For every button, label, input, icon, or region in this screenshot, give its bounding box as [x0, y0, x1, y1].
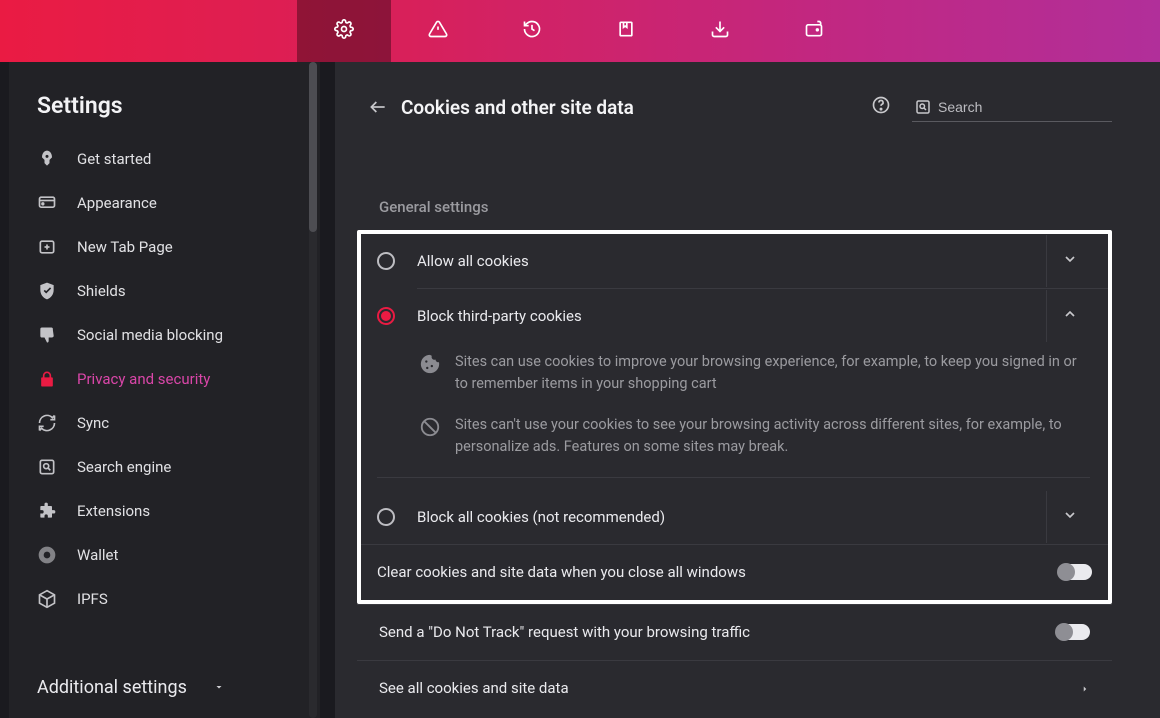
- help-icon: [871, 95, 891, 119]
- highlighted-settings-group: Allow all cookies Block third-party cook…: [357, 230, 1112, 604]
- sidebar-item-label: Privacy and security: [77, 370, 210, 388]
- history-icon: [522, 19, 542, 43]
- chevron-right-icon: [1080, 679, 1090, 698]
- block-icon: [419, 416, 441, 438]
- radio-label: Block third-party cookies: [417, 307, 1046, 325]
- toggle-do-not-track[interactable]: [1056, 624, 1090, 640]
- toolbar-downloads[interactable]: [673, 0, 767, 62]
- downloads-icon: [710, 19, 730, 43]
- top-spacer: [0, 0, 297, 62]
- link-label: See all cookies and site data: [379, 679, 1080, 697]
- sidebar-nav: Get started Appearance New Tab Page: [9, 129, 320, 621]
- toggle-clear-on-close[interactable]: [1058, 564, 1092, 580]
- thumbs-down-icon: [37, 325, 57, 345]
- rocket-icon: [37, 149, 57, 169]
- cookie-icon: [419, 353, 441, 375]
- wallet-circle-icon: [37, 545, 57, 565]
- sidebar-item-privacy[interactable]: Privacy and security: [9, 357, 320, 401]
- option-details: Sites can use cookies to improve your br…: [361, 343, 1108, 500]
- link-see-all-cookies[interactable]: See all cookies and site data: [357, 660, 1112, 716]
- wallet-icon: [804, 19, 824, 43]
- additional-settings-label: Additional settings: [37, 677, 187, 698]
- toolbar-history[interactable]: [485, 0, 579, 62]
- radio-allow-all[interactable]: [377, 252, 395, 270]
- sidebar-item-label: Sync: [77, 414, 109, 432]
- sidebar-item-label: Wallet: [77, 546, 118, 564]
- section-label: General settings: [379, 198, 1112, 216]
- sidebar-item-label: Social media blocking: [77, 326, 223, 344]
- sidebar-item-label: New Tab Page: [77, 238, 173, 256]
- sidebar-item-sync[interactable]: Sync: [9, 401, 320, 445]
- toggle-label: Send a "Do Not Track" request with your …: [379, 623, 1056, 641]
- setting-clear-on-close: Clear cookies and site data when you clo…: [361, 544, 1108, 600]
- sidebar-item-label: Extensions: [77, 502, 150, 520]
- collapse-block-third-party[interactable]: [1046, 290, 1092, 342]
- radio-block-third-party[interactable]: [377, 307, 395, 325]
- sidebar-item-label: Get started: [77, 150, 151, 168]
- sidebar-item-label: Search engine: [77, 458, 171, 476]
- sidebar-item-label: IPFS: [77, 590, 108, 608]
- sidebar-item-label: Shields: [77, 282, 126, 300]
- cube-icon: [37, 589, 57, 609]
- sync-icon: [37, 413, 57, 433]
- appearance-icon: [37, 193, 57, 213]
- toolbar-bookmarks[interactable]: [579, 0, 673, 62]
- toolbar-wallet[interactable]: [767, 0, 861, 62]
- search-in-page-icon: [914, 97, 932, 117]
- toolbar-warnings[interactable]: [391, 0, 485, 62]
- radio-block-all[interactable]: [377, 508, 395, 526]
- additional-settings[interactable]: Additional settings: [9, 659, 306, 718]
- chevron-down-icon: [1062, 251, 1078, 271]
- content: Cookies and other site data General sett…: [335, 62, 1160, 718]
- sidebar-item-get-started[interactable]: Get started: [9, 137, 320, 181]
- chevron-down-icon: [1062, 507, 1078, 527]
- sidebar-item-shields[interactable]: Shields: [9, 269, 320, 313]
- sidebar-item-wallet[interactable]: Wallet: [9, 533, 320, 577]
- sidebar-container: Settings Get started Appearance: [0, 62, 335, 718]
- detail-text: Sites can use cookies to improve your br…: [455, 351, 1090, 396]
- setting-do-not-track: Send a "Do Not Track" request with your …: [357, 604, 1112, 660]
- expand-allow-all[interactable]: [1046, 235, 1092, 287]
- chevron-up-icon: [1062, 306, 1078, 326]
- toggle-label: Clear cookies and site data when you clo…: [377, 563, 1058, 581]
- help-button[interactable]: [866, 92, 896, 122]
- settings-icon: [334, 19, 354, 43]
- top-toolbar: [0, 0, 1160, 62]
- new-tab-icon: [37, 237, 57, 257]
- bookmarks-icon: [616, 19, 636, 43]
- chevron-down-icon: [213, 677, 225, 698]
- sidebar-item-extensions[interactable]: Extensions: [9, 489, 320, 533]
- warning-triangle-icon: [428, 19, 448, 43]
- lock-icon: [37, 369, 57, 389]
- sidebar: Settings Get started Appearance: [9, 62, 320, 718]
- detail-text: Sites can't use your cookies to see your…: [455, 414, 1090, 459]
- cookie-option-block-all[interactable]: Block all cookies (not recommended): [361, 490, 1108, 544]
- sidebar-title: Settings: [9, 62, 320, 129]
- scrollbar-thumb[interactable]: [309, 62, 317, 232]
- sidebar-item-label: Appearance: [77, 194, 157, 212]
- sidebar-item-new-tab[interactable]: New Tab Page: [9, 225, 320, 269]
- search-settings-icon: [37, 457, 57, 477]
- cookie-option-allow-all[interactable]: Allow all cookies: [361, 234, 1108, 288]
- back-button[interactable]: [361, 90, 395, 124]
- sidebar-item-search-engine[interactable]: Search engine: [9, 445, 320, 489]
- sidebar-item-social-blocking[interactable]: Social media blocking: [9, 313, 320, 357]
- toolbar-settings[interactable]: [297, 0, 391, 62]
- expand-block-all[interactable]: [1046, 491, 1092, 543]
- shield-icon: [37, 281, 57, 301]
- search-input[interactable]: [938, 99, 1119, 115]
- page-title: Cookies and other site data: [401, 96, 866, 119]
- sidebar-item-ipfs[interactable]: IPFS: [9, 577, 320, 621]
- radio-label: Allow all cookies: [417, 252, 1046, 270]
- sidebar-scrollbar[interactable]: [306, 62, 320, 718]
- sidebar-item-appearance[interactable]: Appearance: [9, 181, 320, 225]
- search-field-wrap[interactable]: [912, 93, 1112, 122]
- cookie-option-block-third-party[interactable]: Block third-party cookies: [361, 289, 1108, 343]
- page-header: Cookies and other site data: [357, 62, 1112, 136]
- extensions-icon: [37, 501, 57, 521]
- radio-label: Block all cookies (not recommended): [417, 508, 1046, 526]
